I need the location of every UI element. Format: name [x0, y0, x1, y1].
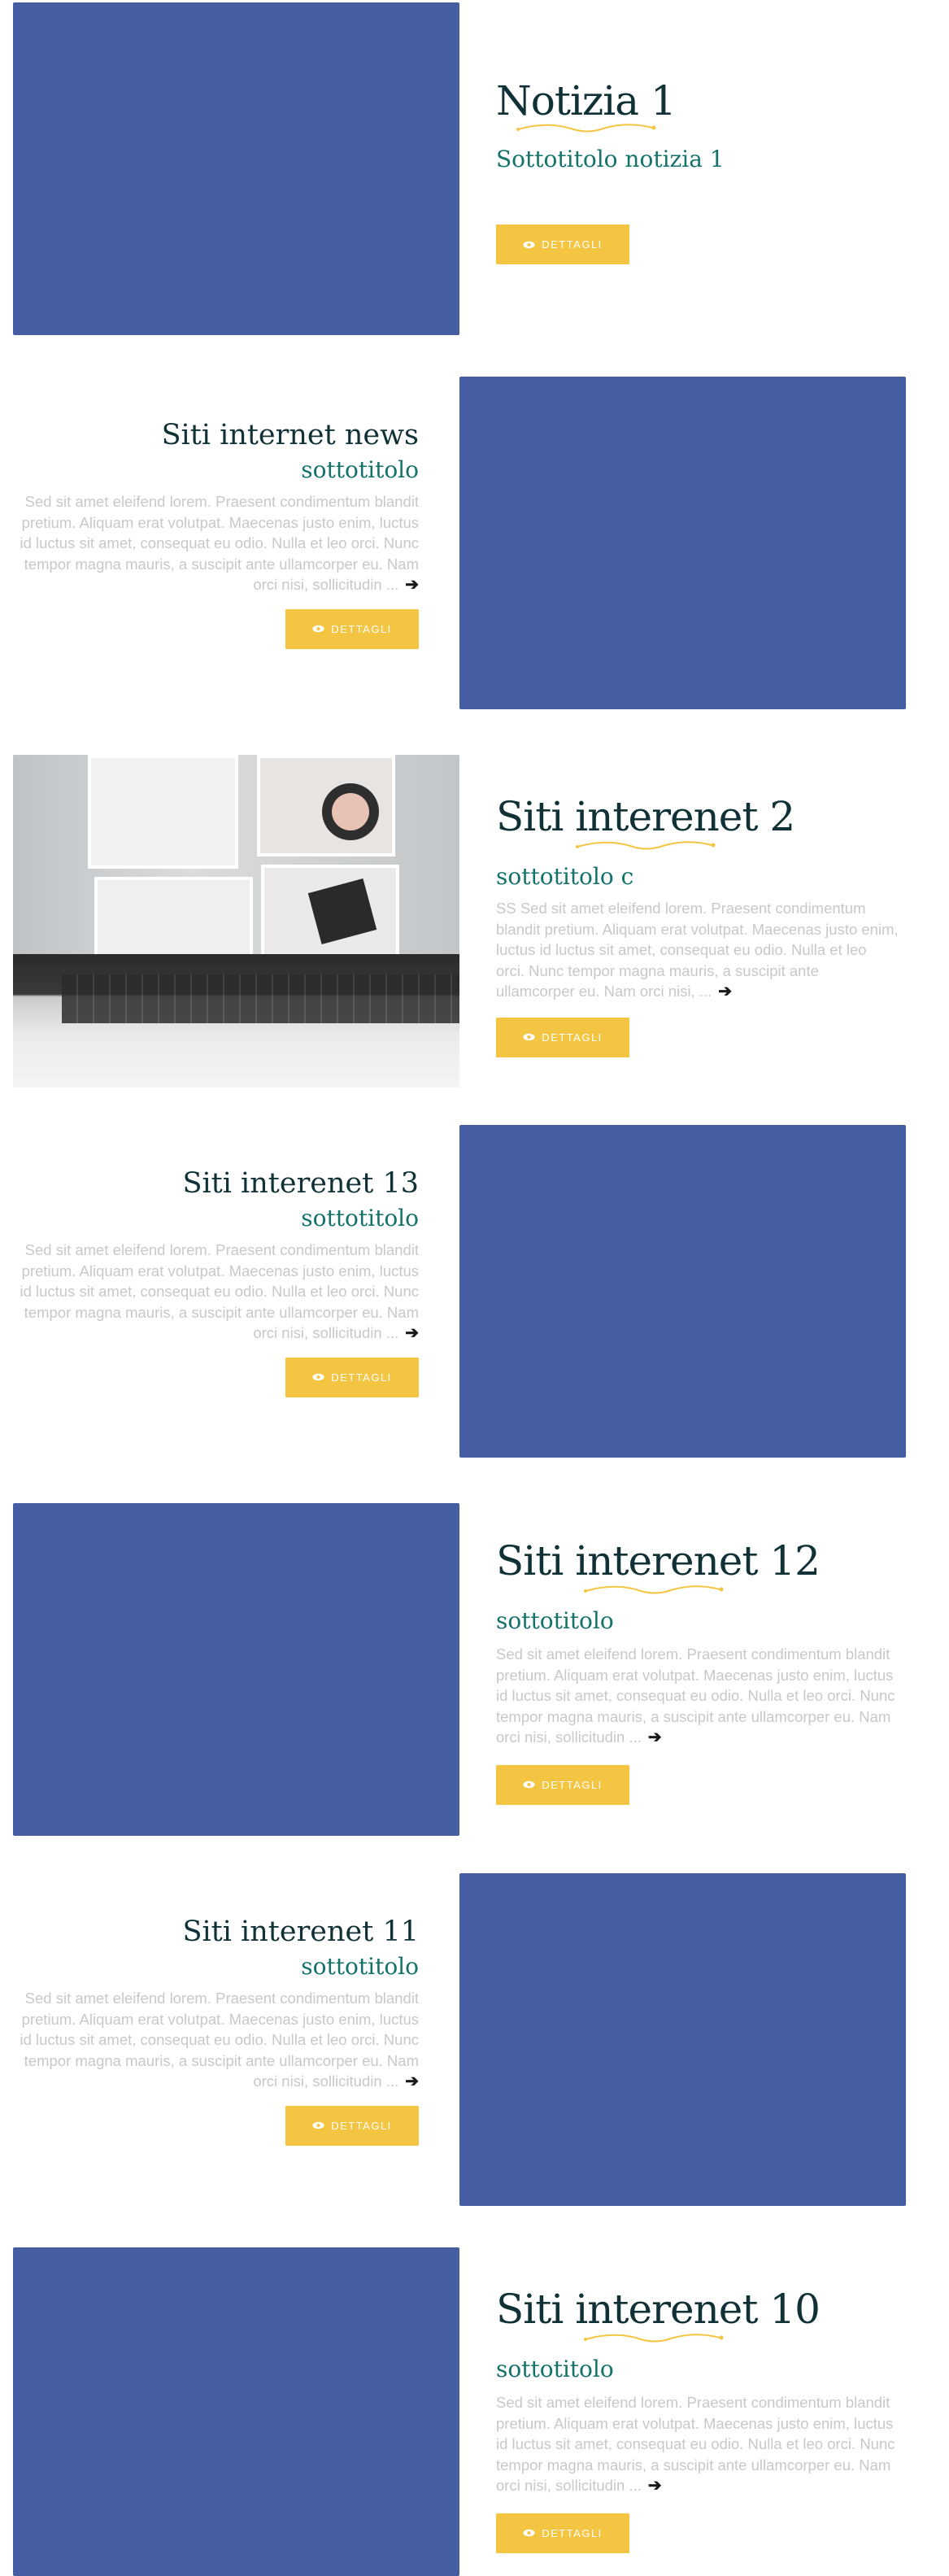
post-photo[interactable]	[13, 755, 459, 1087]
post-content: Siti interenet 13 sottotitolo Sed sit am…	[15, 1167, 419, 1397]
eye-icon	[523, 1781, 535, 1789]
details-button[interactable]: DETTAGLI	[285, 1357, 419, 1397]
post-excerpt: Sed sit amet eleifend lorem. Praesent co…	[20, 1990, 419, 2090]
post-excerpt: Sed sit amet eleifend lorem. Praesent co…	[496, 2394, 895, 2495]
post-subtitle: Sottotitolo notizia 1	[496, 146, 725, 172]
details-button[interactable]: DETTAGLI	[496, 1017, 629, 1057]
post-image[interactable]	[459, 1125, 906, 1458]
post-content: Siti interenet 10 sottotitolo Sed sit am…	[496, 2286, 899, 2553]
post-image[interactable]	[13, 2247, 459, 2576]
post-excerpt: Sed sit amet eleifend lorem. Praesent co…	[496, 1645, 895, 1746]
post-card: Siti interenet 12 sottotitolo Sed sit am…	[0, 1501, 949, 1842]
post-content: Siti interenet 11 sottotitolo Sed sit am…	[15, 1916, 419, 2146]
arrow-right-icon[interactable]: ➔	[405, 2073, 419, 2090]
details-button-label: DETTAGLI	[331, 1371, 392, 1384]
post-card: Notizia 1 Sottotitolo notizia 1 DETTAGLI	[0, 0, 949, 342]
eye-icon	[523, 1033, 535, 1041]
post-excerpt: Sed sit amet eleifend lorem. Praesent co…	[20, 493, 419, 594]
photo-cup-inner	[332, 793, 369, 830]
details-button[interactable]: DETTAGLI	[496, 1764, 629, 1805]
post-content: Siti interenet 2 sottotitolo c SS Sed si…	[496, 793, 899, 1057]
post-title[interactable]: Siti internet news	[15, 419, 419, 451]
post-title[interactable]: Notizia 1	[496, 77, 899, 124]
post-title[interactable]: Siti interenet 12	[496, 1537, 899, 1584]
details-button-label: DETTAGLI	[542, 2526, 603, 2539]
eye-icon	[312, 1373, 324, 1381]
arrow-right-icon[interactable]: ➔	[648, 2477, 662, 2495]
details-button-label: DETTAGLI	[542, 1778, 603, 1791]
arrow-right-icon[interactable]: ➔	[648, 1728, 662, 1746]
post-image[interactable]	[459, 377, 906, 709]
post-card: Siti interenet 11 sottotitolo Sed sit am…	[0, 1871, 949, 2212]
photo-print	[94, 877, 253, 966]
post-excerpt: Sed sit amet eleifend lorem. Praesent co…	[20, 1241, 419, 1342]
post-title[interactable]: Siti interenet 13	[15, 1167, 420, 1200]
post-image[interactable]	[13, 1503, 459, 1836]
post-excerpt: SS Sed sit amet eleifend lorem. Praesent…	[496, 900, 899, 1000]
post-card: Siti internet news sottotitolo Sed sit a…	[0, 374, 949, 716]
post-content: Siti interenet 12 sottotitolo Sed sit am…	[496, 1537, 899, 1805]
post-card: Siti interenet 2 sottotitolo c SS Sed si…	[0, 752, 949, 1094]
arrow-right-icon[interactable]: ➔	[405, 576, 419, 594]
eye-icon	[523, 2529, 535, 2537]
post-subtitle: sottotitolo	[301, 1205, 419, 1231]
post-subtitle: sottotitolo	[496, 2356, 614, 2382]
post-card: Siti interenet 13 sottotitolo Sed sit am…	[0, 1122, 949, 1464]
photo-print	[88, 755, 238, 869]
post-title[interactable]: Siti interenet 10	[496, 2286, 899, 2333]
details-button-label: DETTAGLI	[542, 238, 603, 251]
post-subtitle: sottotitolo	[301, 456, 419, 483]
post-subtitle: sottotitolo	[496, 1607, 614, 1634]
arrow-right-icon[interactable]: ➔	[718, 983, 732, 1000]
photo-keyboard	[62, 974, 459, 1023]
post-card: Siti interenet 10 sottotitolo Sed sit am…	[0, 2245, 949, 2576]
details-button-label: DETTAGLI	[331, 622, 392, 635]
post-subtitle: sottotitolo c	[496, 863, 634, 890]
post-title[interactable]: Siti interenet 11	[15, 1916, 420, 1948]
post-content: Notizia 1 Sottotitolo notizia 1 DETTAGLI	[496, 77, 899, 264]
eye-icon	[312, 625, 324, 633]
details-button[interactable]: DETTAGLI	[496, 224, 629, 264]
details-button-label: DETTAGLI	[542, 1031, 603, 1044]
details-button[interactable]: DETTAGLI	[285, 608, 419, 649]
post-image[interactable]	[13, 2, 459, 335]
details-button[interactable]: DETTAGLI	[496, 2513, 629, 2553]
post-title[interactable]: Siti interenet 2	[496, 793, 899, 840]
eye-icon	[312, 2121, 324, 2129]
details-button-label: DETTAGLI	[331, 2119, 392, 2132]
details-button[interactable]: DETTAGLI	[285, 2105, 419, 2146]
eye-icon	[523, 241, 535, 248]
post-subtitle: sottotitolo	[301, 1953, 419, 1980]
post-content: Siti internet news sottotitolo Sed sit a…	[15, 419, 419, 649]
arrow-right-icon[interactable]: ➔	[405, 1324, 419, 1342]
post-image[interactable]	[459, 1873, 906, 2206]
